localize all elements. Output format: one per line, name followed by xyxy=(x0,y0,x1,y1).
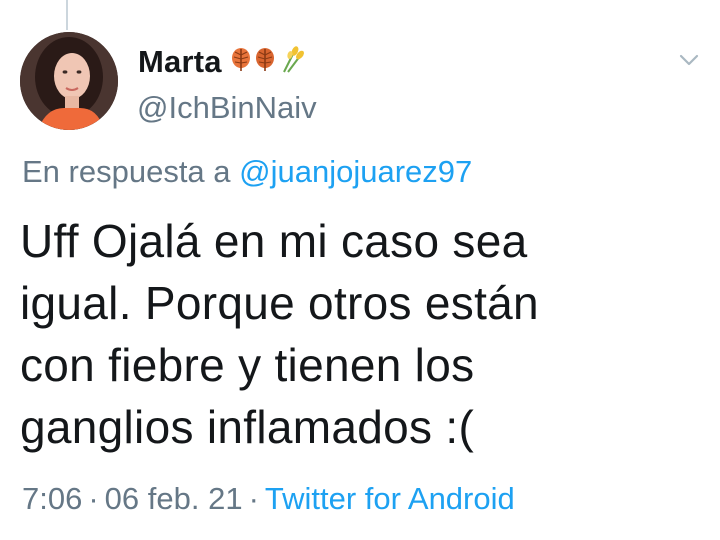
thread-connector-line xyxy=(66,0,68,30)
display-name[interactable]: Marta xyxy=(138,44,222,80)
author-name-row[interactable]: Marta xyxy=(138,42,304,82)
avatar-photo xyxy=(20,32,118,130)
tweet-metadata: 7:06 · 06 feb. 21 · Twitter for Android xyxy=(22,481,515,517)
meta-separator: · xyxy=(248,481,259,516)
reply-context: En respuesta a @juanjojuarez97 xyxy=(22,154,472,190)
leaf-emoji-icon xyxy=(230,47,252,78)
source-link[interactable]: Twitter for Android xyxy=(265,481,515,516)
tweet-time[interactable]: 7:06 xyxy=(22,481,82,516)
author-handle[interactable]: @IchBinNaiv xyxy=(137,90,317,126)
sheaf-of-rice-icon xyxy=(278,45,304,79)
chevron-down-icon[interactable] xyxy=(676,50,702,70)
tweet-text-line: Uff Ojalá en mi caso sea xyxy=(20,215,528,267)
leaf-emoji-icon xyxy=(254,47,276,78)
tweet-text-line: igual. Porque otros están xyxy=(20,277,539,329)
avatar[interactable] xyxy=(20,32,118,130)
tweet-date[interactable]: 06 feb. 21 xyxy=(105,481,243,516)
reply-to-link[interactable]: @juanjojuarez97 xyxy=(239,154,472,189)
reply-prefix: En respuesta a xyxy=(22,154,231,189)
tweet-text: Uff Ojalá en mi caso sea igual. Porque o… xyxy=(20,210,700,458)
meta-separator: · xyxy=(88,481,99,516)
tweet-text-line: con fiebre y tienen los xyxy=(20,339,475,391)
tweet-text-line: ganglios inflamados :( xyxy=(20,401,475,453)
